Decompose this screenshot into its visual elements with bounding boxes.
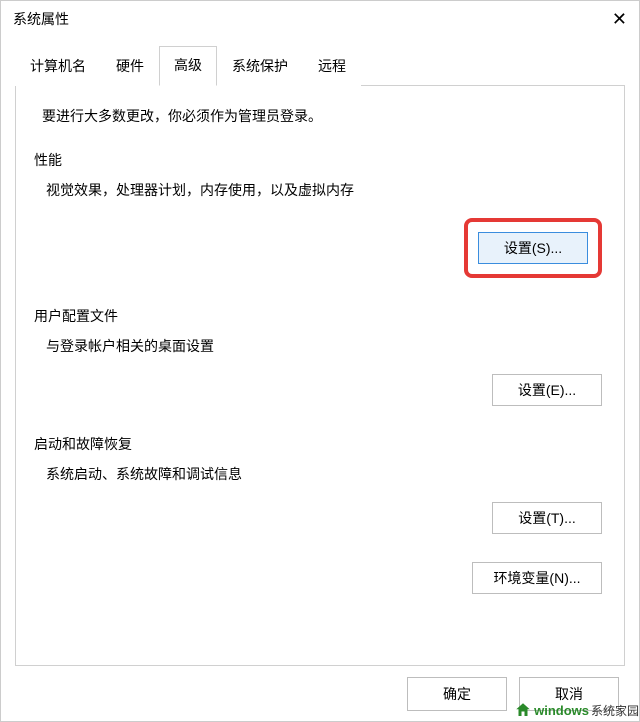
user-profiles-button-row: 设置(E)...: [34, 374, 606, 406]
user-profiles-section: 用户配置文件 与登录帐户相关的桌面设置 设置(E)...: [34, 306, 606, 406]
watermark: windows 系统家园: [514, 701, 639, 719]
watermark-text-2: 系统家园: [591, 702, 639, 719]
startup-recovery-title: 启动和故障恢复: [34, 434, 606, 454]
window-title: 系统属性: [13, 9, 69, 29]
performance-settings-button[interactable]: 设置(S)...: [478, 232, 588, 264]
advanced-tab-content: 要进行大多数更改，你必须作为管理员登录。 性能 视觉效果，处理器计划，内存使用，…: [15, 86, 625, 666]
close-icon[interactable]: ✕: [587, 9, 627, 30]
performance-desc: 视觉效果，处理器计划，内存使用，以及虚拟内存: [46, 180, 606, 200]
tab-system-protection[interactable]: 系统保护: [217, 47, 303, 86]
env-vars-row: 环境变量(N)...: [34, 562, 606, 594]
watermark-text-1: windows: [534, 703, 589, 718]
tab-hardware[interactable]: 硬件: [101, 47, 159, 86]
admin-note: 要进行大多数更改，你必须作为管理员登录。: [42, 106, 606, 126]
startup-recovery-button-row: 设置(T)...: [34, 502, 606, 534]
performance-section: 性能 视觉效果，处理器计划，内存使用，以及虚拟内存 设置(S)...: [34, 150, 606, 278]
user-profiles-settings-button[interactable]: 设置(E)...: [492, 374, 602, 406]
performance-title: 性能: [34, 150, 606, 170]
tab-remote[interactable]: 远程: [303, 47, 361, 86]
user-profiles-desc: 与登录帐户相关的桌面设置: [46, 336, 606, 356]
tab-advanced[interactable]: 高级: [159, 46, 217, 86]
startup-recovery-section: 启动和故障恢复 系统启动、系统故障和调试信息 设置(T)...: [34, 434, 606, 534]
user-profiles-title: 用户配置文件: [34, 306, 606, 326]
ok-button[interactable]: 确定: [407, 677, 507, 711]
tabs: 计算机名 硬件 高级 系统保护 远程: [15, 45, 625, 86]
performance-button-row: 设置(S)...: [34, 218, 606, 278]
environment-variables-button[interactable]: 环境变量(N)...: [472, 562, 602, 594]
home-icon: [514, 701, 532, 719]
titlebar: 系统属性 ✕: [1, 1, 639, 37]
startup-recovery-desc: 系统启动、系统故障和调试信息: [46, 464, 606, 484]
tab-area: 计算机名 硬件 高级 系统保护 远程 要进行大多数更改，你必须作为管理员登录。 …: [1, 37, 639, 666]
tab-computer-name[interactable]: 计算机名: [15, 47, 101, 86]
highlight-frame: 设置(S)...: [464, 218, 602, 278]
system-properties-window: 系统属性 ✕ 计算机名 硬件 高级 系统保护 远程 要进行大多数更改，你必须作为…: [0, 0, 640, 722]
startup-recovery-settings-button[interactable]: 设置(T)...: [492, 502, 602, 534]
